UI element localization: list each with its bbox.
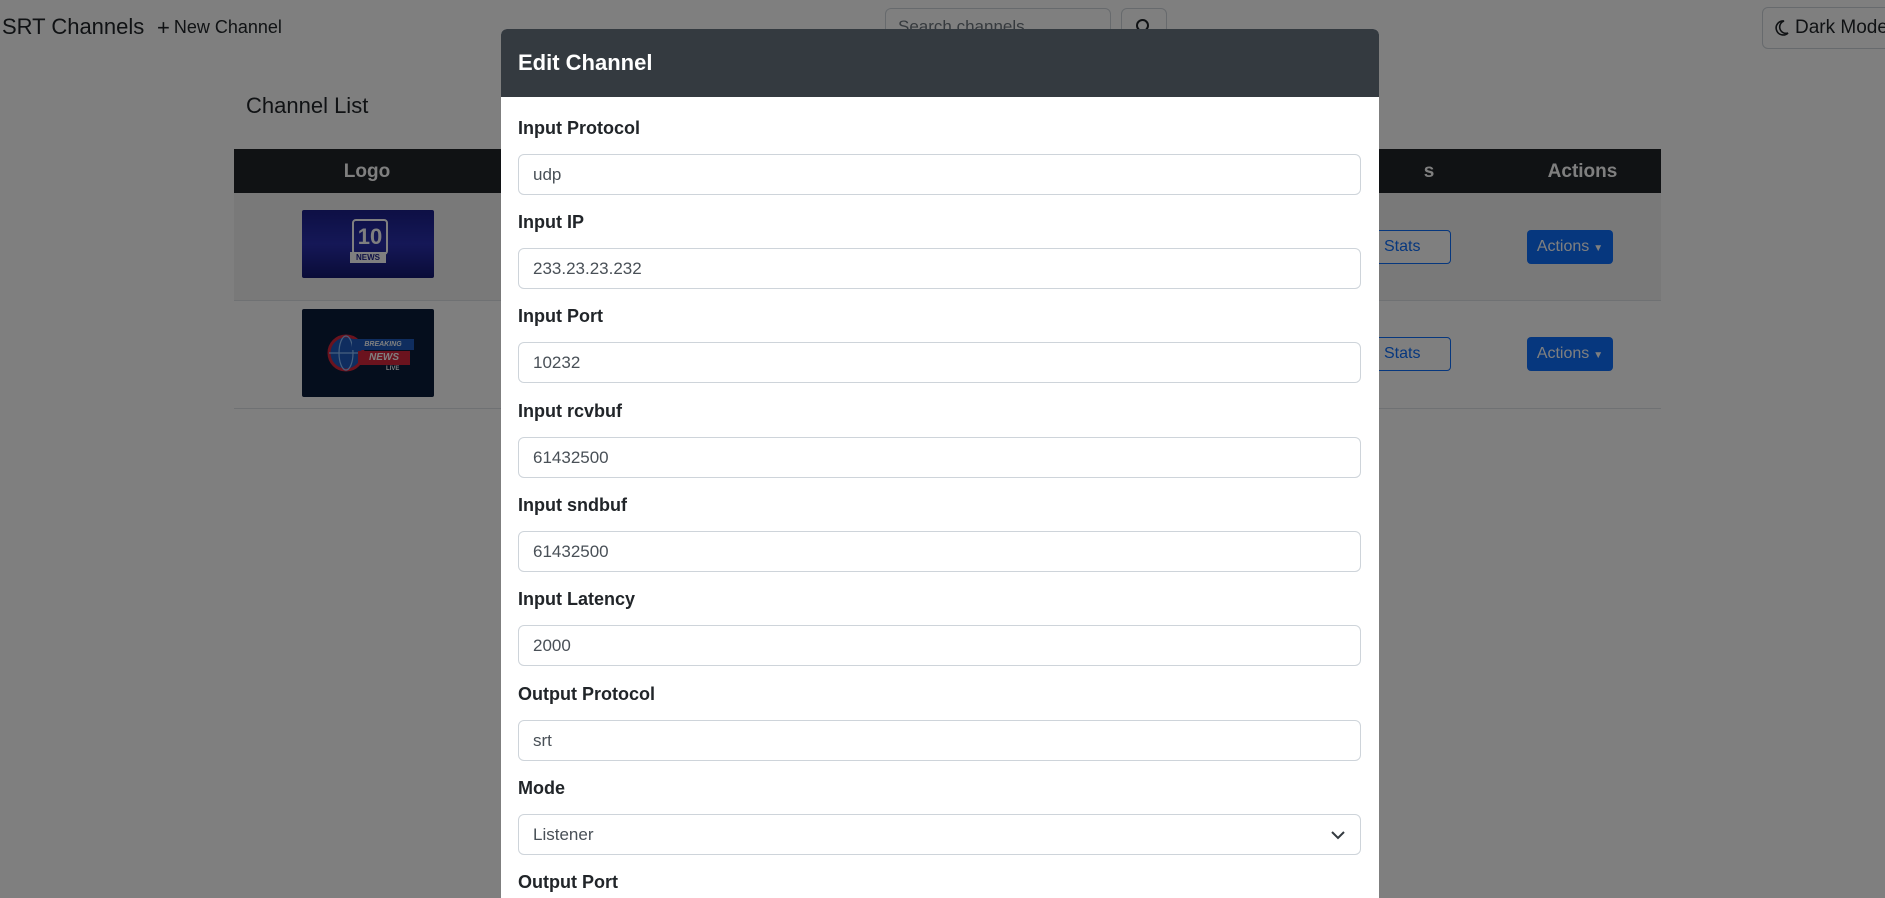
input-sndbuf-field[interactable]: 61432500 xyxy=(518,531,1361,572)
input-ip-field[interactable]: 233.23.23.232 xyxy=(518,248,1361,289)
field-label: Output Port xyxy=(518,872,618,892)
field-label: Mode xyxy=(518,778,565,798)
field-input-rcvbuf: Input rcvbuf 61432500 xyxy=(518,401,1361,478)
field-input-protocol: Input Protocol udp xyxy=(518,118,1361,195)
field-label: Input Port xyxy=(518,306,603,326)
field-input-latency: Input Latency 2000 xyxy=(518,589,1361,666)
field-input-sndbuf: Input sndbuf 61432500 xyxy=(518,495,1361,572)
field-input-ip: Input IP 233.23.23.232 xyxy=(518,212,1361,289)
field-label: Input Protocol xyxy=(518,118,640,138)
chevron-down-icon xyxy=(1331,831,1345,840)
field-label: Input Latency xyxy=(518,589,636,609)
field-label: Input sndbuf xyxy=(518,495,627,515)
field-output-port: Output Port xyxy=(518,872,1361,898)
field-input-port: Input Port 10232 xyxy=(518,306,1361,383)
input-latency-field[interactable]: 2000 xyxy=(518,625,1361,666)
modal-title: Edit Channel xyxy=(518,50,653,75)
mode-select-value: Listener xyxy=(533,825,594,844)
edit-channel-modal: Edit Channel Input Protocol udp Input IP… xyxy=(501,29,1379,898)
field-label: Output Protocol xyxy=(518,684,655,704)
input-rcvbuf-field[interactable]: 61432500 xyxy=(518,437,1361,478)
input-port-field[interactable]: 10232 xyxy=(518,342,1361,383)
modal-header: Edit Channel xyxy=(501,29,1379,97)
field-mode: Mode Listener xyxy=(518,778,1361,855)
field-label: Input IP xyxy=(518,212,584,232)
mode-select[interactable]: Listener xyxy=(518,814,1361,855)
field-label: Input rcvbuf xyxy=(518,401,622,421)
output-protocol-field[interactable]: srt xyxy=(518,720,1361,761)
input-protocol-field[interactable]: udp xyxy=(518,154,1361,195)
field-output-protocol: Output Protocol srt xyxy=(518,684,1361,761)
